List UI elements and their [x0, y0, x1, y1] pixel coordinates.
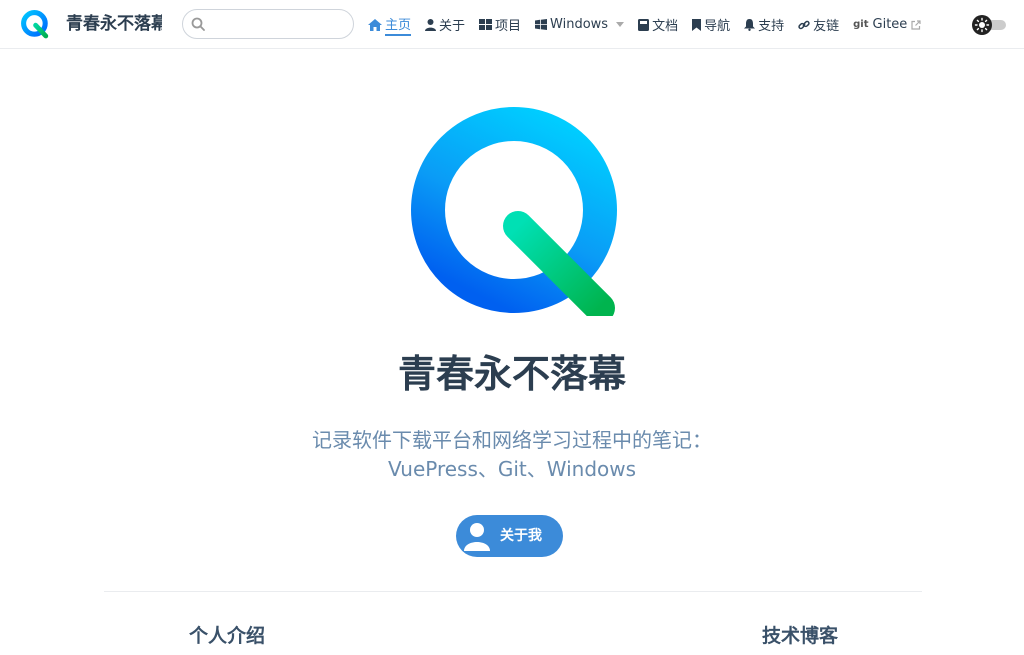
home-icon — [368, 18, 382, 31]
nav-item-about[interactable]: 关于 — [425, 0, 465, 49]
feature-title-intro: 个人介绍 — [189, 625, 266, 647]
about-me-button-label: 关于我 — [500, 528, 542, 544]
hero-description-line1: 记录软件下载平台和网络学习过程中的笔记： — [312, 428, 712, 452]
q-logo-icon — [21, 10, 49, 39]
nav-item-label: 项目 — [495, 19, 522, 34]
feature-title-blog: 技术博客 — [762, 625, 839, 647]
chevron-down-icon — [616, 22, 625, 27]
nav-item-windows[interactable]: Windows — [535, 0, 625, 49]
nav-item-gitee[interactable]: git Gitee — [853, 0, 921, 49]
avatar-icon — [464, 523, 490, 551]
hero-title: 青春永不落幕 — [397, 352, 626, 396]
brand-link[interactable]: 青春永不落幕 — [20, 9, 162, 39]
nav-item-support[interactable]: 支持 — [744, 0, 784, 49]
external-link-icon — [911, 19, 921, 30]
about-me-button[interactable]: 关于我 — [456, 515, 563, 557]
hero-description-line2: VuePress、Git、Windows — [387, 457, 637, 481]
nav-item-label: Gitee — [872, 17, 908, 32]
book-icon — [638, 18, 650, 31]
nav-item-label: 友链 — [813, 19, 840, 34]
search-input[interactable] — [211, 14, 347, 34]
hero-description: 记录软件下载平台和网络学习过程中的笔记： VuePress、Git、Window… — [262, 426, 762, 484]
sun-icon — [972, 15, 992, 35]
nav-item-label: 导航 — [704, 19, 731, 34]
link-icon — [798, 19, 810, 31]
bookmark-icon — [692, 18, 702, 31]
nav-item-label: Windows — [550, 17, 609, 32]
search-icon — [191, 17, 205, 31]
nav-item-docs[interactable]: 文档 — [638, 0, 678, 49]
bell-icon — [744, 18, 756, 31]
nav-item-label: 文档 — [652, 19, 679, 34]
user-icon — [425, 18, 437, 31]
nav-item-label: 主页 — [385, 14, 412, 36]
theme-toggle[interactable] — [972, 15, 1008, 35]
nav-item-label: 关于 — [439, 19, 466, 34]
nav-item-home[interactable]: 主页 — [368, 0, 412, 49]
windows-icon — [535, 19, 548, 30]
nav-item-guide[interactable]: 导航 — [692, 0, 730, 49]
site-title[interactable]: 青春永不落幕 — [66, 12, 162, 36]
grid-icon — [479, 19, 493, 30]
nav-item-label: 支持 — [758, 19, 785, 34]
section-divider — [104, 591, 922, 592]
git-prefix: git — [853, 19, 869, 30]
nav-links: 主页 关于 项目 Windows 文档 导航 支持 友链 git Gitee — [368, 0, 935, 49]
nav-item-projects[interactable]: 项目 — [479, 0, 521, 49]
navbar: 青春永不落幕 主页 关于 项目 Windows 文档 导航 支持 友链 git … — [0, 0, 1024, 49]
q-logo-icon — [411, 107, 617, 316]
nav-item-friends[interactable]: 友链 — [798, 0, 839, 49]
search-box[interactable] — [182, 9, 354, 39]
